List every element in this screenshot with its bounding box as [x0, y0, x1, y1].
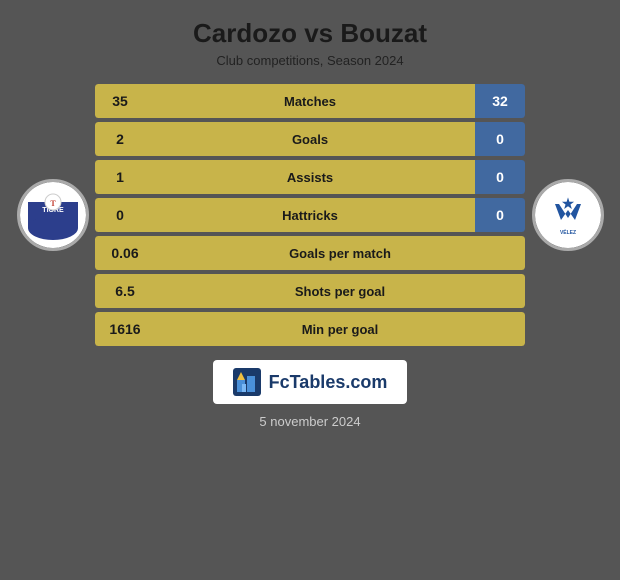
tigre-logo-svg: TIGRE T — [20, 182, 86, 248]
stats-container: 35Matches322Goals01Assists00Hattricks00.… — [95, 84, 525, 346]
page-subtitle: Club competitions, Season 2024 — [216, 53, 403, 68]
fctables-icon — [233, 368, 261, 396]
stat-row-0: 35Matches32 — [95, 84, 525, 118]
stat-right-val-0: 32 — [475, 84, 525, 118]
stat-row-6: 1616Min per goal — [95, 312, 525, 346]
fctables-banner: FcTables.com — [213, 360, 408, 404]
stat-left-val-4: 0.06 — [95, 236, 155, 270]
stat-label-6: Min per goal — [155, 312, 525, 346]
footer-date: 5 november 2024 — [259, 414, 360, 429]
stat-left-val-2: 1 — [95, 160, 145, 194]
svg-text:T: T — [50, 199, 56, 208]
stat-row-2: 1Assists0 — [95, 160, 525, 194]
stat-left-val-0: 35 — [95, 84, 145, 118]
stat-left-val-3: 0 — [95, 198, 145, 232]
stat-label-4: Goals per match — [155, 236, 525, 270]
stat-right-val-2: 0 — [475, 160, 525, 194]
tigre-logo-circle: TIGRE T — [17, 179, 89, 251]
stat-label-0: Matches — [145, 84, 475, 118]
fctables-text: FcTables.com — [269, 372, 388, 393]
stat-row-5: 6.5Shots per goal — [95, 274, 525, 308]
main-content: TIGRE T 35Matches322Goals01Assists00Hatt… — [10, 84, 610, 346]
stat-right-val-3: 0 — [475, 198, 525, 232]
stat-label-3: Hattricks — [145, 198, 475, 232]
stat-row-1: 2Goals0 — [95, 122, 525, 156]
stat-left-val-1: 2 — [95, 122, 145, 156]
stat-row-4: 0.06Goals per match — [95, 236, 525, 270]
page-title: Cardozo vs Bouzat — [193, 18, 427, 49]
stat-row-3: 0Hattricks0 — [95, 198, 525, 232]
stat-right-val-1: 0 — [475, 122, 525, 156]
svg-text:VÉLEZ: VÉLEZ — [559, 228, 575, 236]
club-logo-right: VÉLEZ — [525, 179, 610, 251]
stat-label-5: Shots per goal — [155, 274, 525, 308]
stat-label-2: Assists — [145, 160, 475, 194]
page-container: Cardozo vs Bouzat Club competitions, Sea… — [0, 0, 620, 580]
velez-logo-svg: VÉLEZ — [535, 182, 601, 248]
velez-logo-circle: VÉLEZ — [532, 179, 604, 251]
stat-label-1: Goals — [145, 122, 475, 156]
stat-left-val-5: 6.5 — [95, 274, 155, 308]
club-logo-left: TIGRE T — [10, 179, 95, 251]
stat-left-val-6: 1616 — [95, 312, 155, 346]
